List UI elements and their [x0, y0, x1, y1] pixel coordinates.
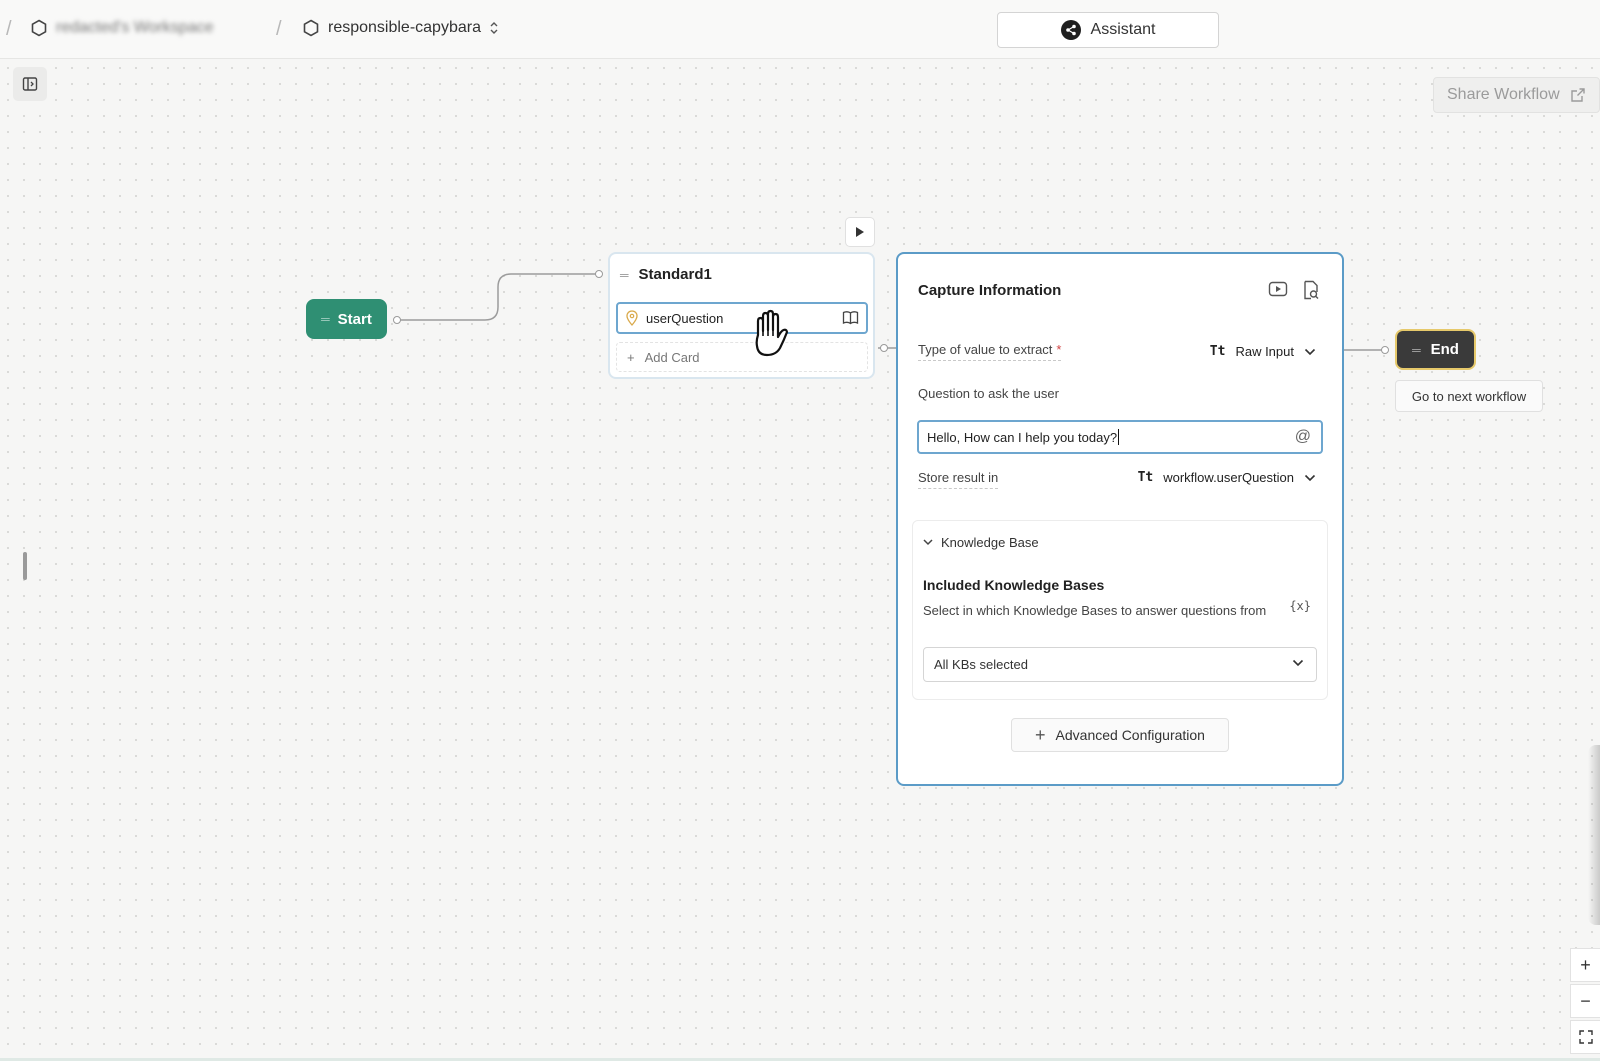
store-result-label: Store result in — [918, 470, 999, 489]
breadcrumb-separator: / — [276, 18, 282, 40]
fit-view-icon — [1578, 1030, 1593, 1044]
hand-cursor-icon — [755, 309, 789, 357]
play-button[interactable] — [845, 217, 875, 247]
sidebar-toggle-button[interactable] — [13, 67, 47, 101]
type-of-value-value: Raw Input — [1235, 344, 1294, 359]
book-icon[interactable] — [842, 310, 859, 325]
workspace-name: redacted's Workspace — [56, 19, 214, 36]
required-indicator: * — [1056, 342, 1062, 357]
question-label: Question to ask the user — [918, 386, 1059, 401]
plus-icon: + — [627, 349, 635, 365]
top-bar: / redacted's Workspace / responsible-cap… — [0, 0, 1600, 59]
card-label: userQuestion — [646, 310, 724, 326]
assistant-button[interactable]: Assistant — [997, 12, 1219, 48]
standard-block[interactable]: ═ Standard1 userQuestion + Add Card — [608, 252, 875, 379]
chevron-down-icon — [1304, 474, 1316, 481]
drag-handle-icon: ═ — [1412, 342, 1421, 357]
block-title: Standard1 — [638, 266, 712, 283]
standard-input-port[interactable] — [595, 270, 603, 278]
chevron-down-icon — [923, 539, 933, 546]
go-to-next-workflow-label: Go to next workflow — [1411, 388, 1527, 404]
type-of-value-text: Type of value to extract — [918, 342, 1053, 357]
text-type-icon: Tt — [1209, 344, 1226, 359]
hexagon-icon — [31, 19, 47, 37]
card-user-question[interactable]: userQuestion — [616, 302, 868, 334]
variable-icon[interactable]: {x} — [1289, 599, 1311, 613]
chevron-down-icon — [1304, 348, 1316, 355]
knowledge-base-toggle[interactable]: Knowledge Base — [923, 535, 1039, 550]
panel-title: Capture Information — [918, 282, 1062, 299]
mention-icon[interactable]: @ — [1295, 428, 1311, 446]
zoom-in-icon: + — [1580, 954, 1591, 975]
included-kb-description: Select in which Knowledge Bases to answe… — [923, 603, 1267, 618]
share-workflow-button[interactable]: Share Workflow — [1433, 77, 1600, 113]
plus-icon: + — [1035, 724, 1046, 745]
add-card-label: Add Card — [644, 349, 700, 365]
advanced-configuration-label: Advanced Configuration — [1055, 727, 1205, 743]
chevron-down-icon — [1292, 659, 1304, 667]
type-of-value-label: Type of value to extract * — [918, 342, 1062, 361]
breadcrumb-project[interactable]: responsible-capybara — [302, 19, 499, 37]
kb-select-value: All KBs selected — [934, 657, 1028, 672]
fit-view-button[interactable] — [1570, 1020, 1600, 1054]
text-type-icon: Tt — [1137, 470, 1154, 485]
resize-handle[interactable] — [23, 552, 27, 580]
workflow-canvas[interactable] — [0, 60, 1600, 1058]
type-of-value-select[interactable]: Tt Raw Input — [1210, 344, 1316, 359]
zoom-out-icon: − — [1580, 990, 1591, 1011]
capture-information-panel: Capture Information Type of value to ext… — [896, 252, 1344, 786]
end-input-port[interactable] — [1381, 346, 1389, 354]
end-node[interactable]: ═ End — [1395, 329, 1476, 370]
chevron-updown-icon — [490, 22, 498, 34]
panel-actions — [1268, 280, 1320, 300]
document-search-icon[interactable] — [1302, 280, 1320, 300]
zoom-in-button[interactable]: + — [1570, 948, 1600, 982]
video-play-icon[interactable] — [1268, 280, 1288, 298]
hexagon-icon — [303, 19, 319, 37]
knowledge-base-section: Knowledge Base Included Knowledge Bases … — [912, 520, 1328, 700]
start-label: Start — [337, 310, 372, 328]
go-to-next-workflow-button[interactable]: Go to next workflow — [1395, 380, 1543, 412]
start-node[interactable]: ═ Start — [306, 299, 387, 339]
store-result-value: workflow.userQuestion — [1163, 470, 1294, 485]
add-card-button[interactable]: + Add Card — [616, 342, 868, 372]
zoom-out-button[interactable]: − — [1570, 984, 1600, 1018]
location-pin-icon — [626, 310, 638, 326]
block-header: ═ Standard1 — [620, 266, 712, 283]
start-output-port[interactable] — [393, 316, 401, 324]
text-caret — [1118, 429, 1120, 445]
panel-edge-shadow — [1588, 745, 1600, 925]
question-value: Hello, How can I help you today? — [927, 429, 1118, 445]
kb-select-dropdown[interactable]: All KBs selected — [923, 647, 1317, 682]
advanced-configuration-button[interactable]: + Advanced Configuration — [1011, 718, 1229, 752]
drag-handle-icon: ═ — [321, 312, 330, 326]
breadcrumb-separator: / — [6, 18, 12, 40]
store-result-select[interactable]: Tt workflow.userQuestion — [1138, 470, 1316, 485]
sidebar-icon — [22, 77, 38, 91]
question-input[interactable]: Hello, How can I help you today? @ — [917, 420, 1323, 454]
breadcrumb-workspace[interactable]: redacted's Workspace — [30, 19, 214, 37]
end-label: End — [1430, 341, 1459, 358]
play-icon — [856, 227, 864, 237]
included-kb-title: Included Knowledge Bases — [923, 577, 1105, 593]
knowledge-base-label: Knowledge Base — [941, 535, 1039, 550]
drag-handle-icon[interactable]: ═ — [620, 268, 629, 282]
share-workflow-label: Share Workflow — [1447, 86, 1560, 103]
standard-output-port[interactable] — [880, 344, 888, 352]
assistant-label: Assistant — [1090, 21, 1156, 38]
assistant-icon — [1060, 20, 1081, 40]
external-link-icon — [1570, 88, 1585, 102]
project-name: responsible-capybara — [328, 19, 481, 36]
